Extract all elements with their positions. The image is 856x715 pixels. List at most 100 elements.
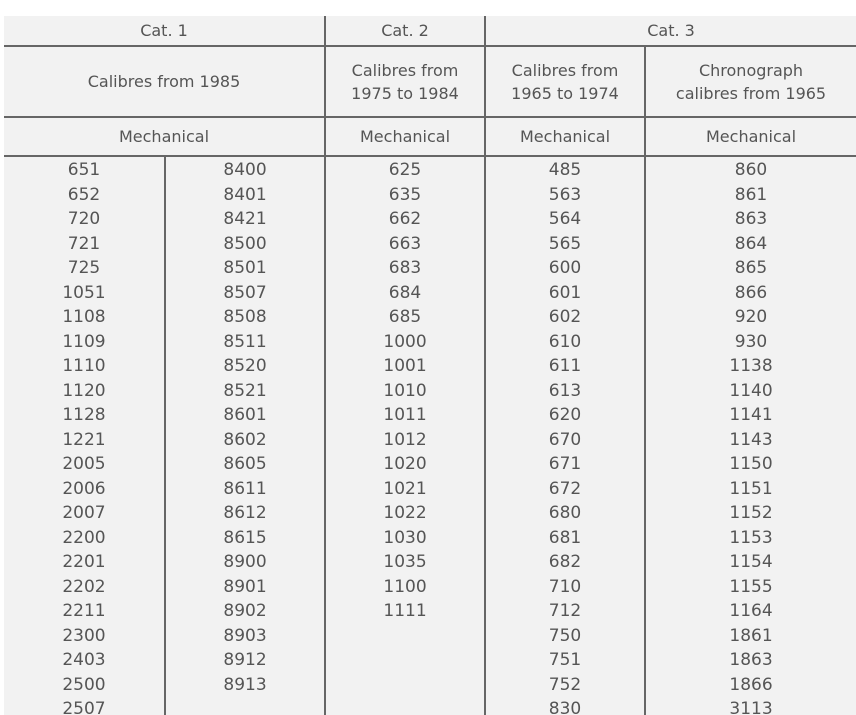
calibre-cell: 563 [484,182,646,207]
calibre-cell: 860 [644,156,856,183]
calibre-cell: 1128 [62,405,106,425]
calibre-cell: 681 [484,525,646,550]
header-type-cat1: Mechanical [4,117,326,157]
table-row: 2200 8615 1030 681 1153 [4,525,856,550]
calibre-cell: 8912 [163,648,326,673]
calibre-cell [324,623,486,648]
calibre-cell: 930 [644,329,856,354]
calibre-cell: 8500 [163,231,326,256]
calibre-cell: 1111 [324,599,486,624]
calibre-cell: 8605 [163,452,326,477]
calibre-cell: 2211 [62,601,106,621]
table-row: 2500 8913 752 1866 [4,672,856,697]
calibre-cell: 1153 [644,525,856,550]
table-row: 1109 8511 1000 610 930 [4,329,856,354]
calibre-cell: 685 [324,305,486,330]
calibre-cell: 751 [484,648,646,673]
calibre-cell: 1035 [324,550,486,575]
calibre-cell: 920 [644,305,856,330]
calibre-cell: 721 [67,233,101,254]
calibre-cell: 1100 [324,574,486,599]
calibre-cell: 863 [644,207,856,232]
table-row: 2005 8605 1020 671 1150 [4,452,856,477]
calibre-cell: 600 [484,256,646,281]
calibre-cell: 1012 [324,427,486,452]
calibre-cell: 485 [484,156,646,183]
header-period-label: Calibres from 1985 [87,72,241,91]
calibre-cell: 1010 [324,378,486,403]
table-row: 725 8501 683 600 865 [4,256,856,281]
calibre-table-container: Cat. 1 Cat. 2 Cat. 3 Calibres from 1985 … [4,16,856,715]
table-row: 652 8401 635 563 861 [4,182,856,207]
calibre-cell: 1000 [324,329,486,354]
calibre-cell: 601 [484,280,646,305]
table-row: 1221 8602 1012 670 1143 [4,427,856,452]
calibre-cell: 1140 [644,378,856,403]
table-row: 2211 8902 1111 712 1164 [4,599,856,624]
calibre-cell: 8602 [163,427,326,452]
calibre-cell: 1109 [62,331,106,352]
calibre-cell: 864 [644,231,856,256]
calibre-cell: 8520 [163,354,326,379]
calibre-cell: 680 [484,501,646,526]
calibre-cell: 1020 [324,452,486,477]
calibre-cell: 1138 [644,354,856,379]
calibre-cell: 635 [324,182,486,207]
calibre-cell: 861 [644,182,856,207]
calibre-cell: 8507 [163,280,326,305]
calibre-cell: 1051 [62,282,106,303]
header-period-1975-1984: Calibres from 1975 to 1984 [324,46,486,118]
calibre-cell: 2500 [62,674,106,695]
calibre-cell: 8612 [163,501,326,526]
calibre-cell: 3113 [644,697,856,715]
table-row: 2006 8611 1021 672 1151 [4,476,856,501]
table-row: 1108 8508 685 602 920 [4,305,856,330]
calibre-cell: 625 [324,156,486,183]
calibre-cell: 2403 [62,650,106,670]
calibre-cell: 2007 [62,503,106,523]
calibre-cell: 2006 [62,478,106,499]
header-cat-2: Cat. 2 [324,16,486,47]
table-row: 2300 8903 750 1861 [4,623,856,648]
calibre-cell [324,648,486,673]
table-row: 1110 8520 1001 611 1138 [4,354,856,379]
header-period-label: Calibres from 1975 to 1984 [351,60,459,103]
table-row: 2201 8900 1035 682 1154 [4,550,856,575]
calibre-cell: 1141 [644,403,856,428]
calibre-cell: 712 [484,599,646,624]
calibre-cell: 8421 [163,207,326,232]
calibre-cell: 865 [644,256,856,281]
table-row: 721 8500 663 565 864 [4,231,856,256]
calibre-cell: 1143 [644,427,856,452]
calibre-cell: 1021 [324,476,486,501]
calibre-cell [324,672,486,697]
table-row: 1120 8521 1010 613 1140 [4,378,856,403]
calibre-cell: 1155 [644,574,856,599]
calibre-cell: 752 [484,672,646,697]
calibre-cell: 662 [324,207,486,232]
calibre-cell: 1110 [62,356,106,376]
calibre-cell: 1154 [644,550,856,575]
calibre-cell: 8902 [163,599,326,624]
calibre-cell: 2202 [62,576,106,597]
calibre-cell: 620 [484,403,646,428]
calibre-table-body: 651 8400 625 485 860 652 8401 635 563 861 720 8421 6… [4,156,856,715]
period-header-row: Calibres from 1985 Calibres from 1975 to… [4,46,856,118]
calibre-cell: 565 [484,231,646,256]
table-row: 1051 8507 684 601 866 [4,280,856,305]
calibre-cell: 670 [484,427,646,452]
calibre-cell: 1152 [644,501,856,526]
calibre-cell: 1164 [644,599,856,624]
header-period-chronograph: Chronograph calibres from 1965 [644,46,856,118]
calibre-cell: 8511 [163,329,326,354]
calibre-cell: 663 [324,231,486,256]
header-period-from-1985: Calibres from 1985 [4,46,326,118]
calibre-cell: 1221 [62,429,106,450]
calibre-cell: 750 [484,623,646,648]
calibre-cell: 8901 [163,574,326,599]
calibre-cell: 8401 [163,182,326,207]
table-row: 651 8400 625 485 860 [4,156,856,183]
calibre-cell: 725 [67,258,101,278]
calibre-cell: 830 [484,697,646,715]
calibre-cell: 8521 [163,378,326,403]
